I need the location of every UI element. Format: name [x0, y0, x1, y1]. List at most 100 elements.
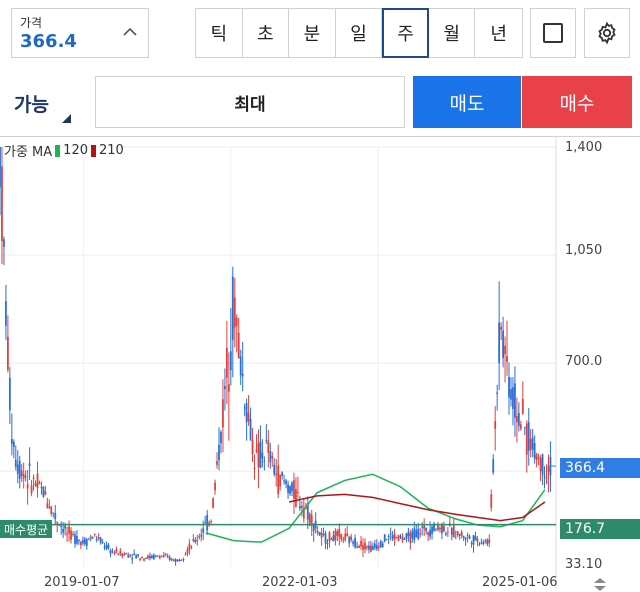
y-tick-label: 1,400: [565, 140, 603, 155]
candle-body: [399, 536, 402, 538]
candle-body: [521, 398, 524, 414]
candle-body: [152, 554, 155, 559]
candle-body: [198, 536, 201, 538]
candle-body: [78, 539, 80, 541]
candle-body: [10, 439, 13, 444]
candle-body: [409, 532, 412, 544]
candle-body: [281, 472, 284, 476]
chevron-up-icon[interactable]: [122, 24, 138, 40]
period-year[interactable]: 년: [475, 9, 522, 57]
candle-body: [389, 533, 392, 535]
candle-body: [439, 527, 441, 530]
candle-body: [502, 330, 504, 359]
candle-body: [300, 505, 303, 508]
period-selector: 틱 초 분 일 주 월 년: [195, 8, 523, 58]
quantity-field[interactable]: 최대: [95, 76, 405, 128]
candle-body: [149, 555, 151, 559]
period-week[interactable]: 주: [382, 8, 429, 58]
candle-body: [151, 555, 153, 558]
candle-body: [68, 526, 70, 534]
candle-body: [158, 556, 161, 559]
price-chart[interactable]: 가중 MA 120 210 1,400 1,050 700.0 33.10 36…: [0, 137, 640, 592]
candle-body: [72, 533, 74, 535]
candle-body: [141, 557, 143, 559]
candle-body: [237, 332, 240, 359]
candle-body: [145, 558, 147, 560]
candle-body: [383, 534, 386, 542]
candle-body: [496, 392, 499, 394]
candle-body: [476, 538, 479, 542]
candle-body: [273, 464, 276, 475]
price-label: 가격: [20, 16, 43, 30]
candle-body: [224, 386, 226, 390]
candle-body: [229, 351, 232, 371]
candle-body: [452, 525, 455, 538]
period-month[interactable]: 월: [428, 9, 476, 57]
candle-body: [105, 544, 108, 550]
settings-button[interactable]: [584, 8, 630, 58]
candle-body: [427, 532, 430, 536]
candle-body: [417, 528, 420, 540]
candle-body: [533, 443, 536, 459]
candle-body: [168, 557, 171, 560]
fullscreen-button[interactable]: [530, 8, 576, 58]
candle-body: [460, 532, 463, 536]
candle-body: [508, 376, 510, 398]
candle-body: [474, 536, 477, 541]
candle-body: [519, 424, 522, 429]
candle-body: [176, 559, 179, 561]
period-day[interactable]: 일: [335, 9, 383, 57]
candle-body: [265, 439, 268, 442]
candle-body: [125, 553, 128, 555]
candle-body: [470, 543, 473, 545]
candle-body: [44, 491, 47, 495]
scroll-arrows-icon[interactable]: [592, 577, 608, 592]
avg-buy-price-tag: 176.7: [560, 519, 640, 539]
candle-body: [160, 556, 163, 558]
candle-body: [83, 538, 86, 545]
candle-body: [488, 539, 491, 544]
sell-button[interactable]: 매도: [413, 76, 521, 128]
current-price-tag: 366.4: [560, 458, 640, 478]
candle-body: [162, 555, 165, 558]
candle-body: [405, 533, 408, 539]
candle-body: [482, 542, 485, 545]
candle-body: [547, 467, 550, 472]
available-label[interactable]: 가능: [14, 90, 49, 117]
candle-body: [93, 533, 96, 535]
candle-body: [525, 423, 528, 455]
period-minute[interactable]: 분: [289, 9, 336, 57]
candle-body: [271, 455, 274, 459]
candle-body: [137, 554, 140, 556]
candle-body: [99, 537, 102, 543]
candle-body: [441, 525, 443, 534]
candle-body: [214, 482, 216, 491]
candle-body: [253, 467, 256, 469]
candle-body: [14, 459, 17, 467]
candle-body: [293, 480, 295, 499]
candle-body: [395, 537, 398, 539]
candle-body: [115, 548, 118, 553]
candle-body: [316, 530, 319, 533]
price-field[interactable]: 가격 366.4: [11, 8, 149, 58]
square-icon: [543, 23, 563, 43]
candle-body: [480, 542, 483, 544]
buy-button[interactable]: 매수: [522, 76, 632, 128]
legend-ma2: 210: [99, 143, 124, 158]
candle-body: [154, 555, 157, 557]
candle-body: [62, 528, 65, 533]
candle-body: [385, 539, 388, 541]
candle-body: [79, 541, 82, 546]
candle-body: [222, 399, 224, 428]
period-second[interactable]: 초: [242, 9, 290, 57]
y-tick-label: 33.10: [565, 557, 603, 572]
candle-body: [354, 538, 357, 548]
candle-body: [48, 506, 51, 508]
chart-canvas[interactable]: [0, 137, 640, 592]
candle-body: [332, 535, 335, 542]
candle-body: [52, 512, 55, 514]
candle-body: [541, 454, 544, 475]
candle-body: [514, 383, 516, 418]
period-tick[interactable]: 틱: [196, 9, 243, 57]
candle-body: [180, 559, 183, 561]
